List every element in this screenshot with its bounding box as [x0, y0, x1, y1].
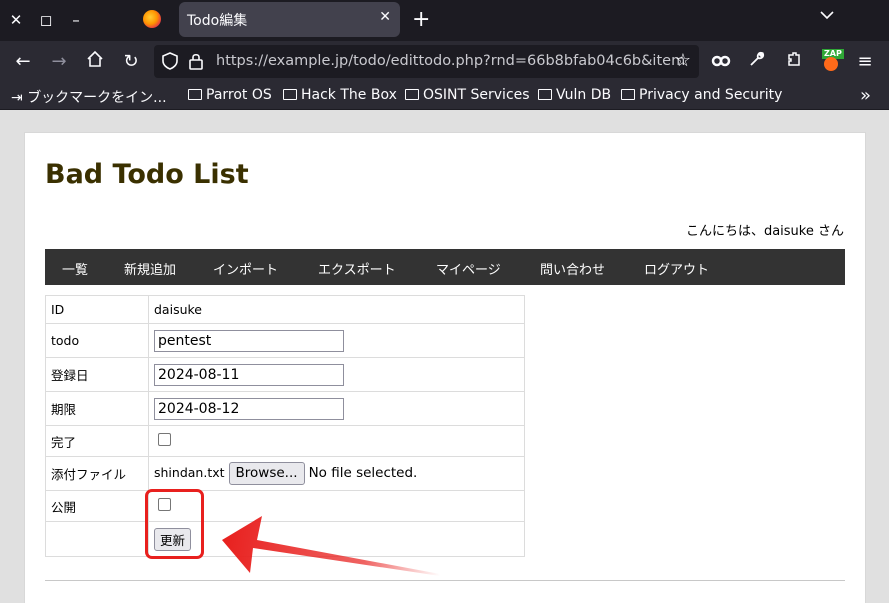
annotation-arrow: [222, 516, 440, 576]
